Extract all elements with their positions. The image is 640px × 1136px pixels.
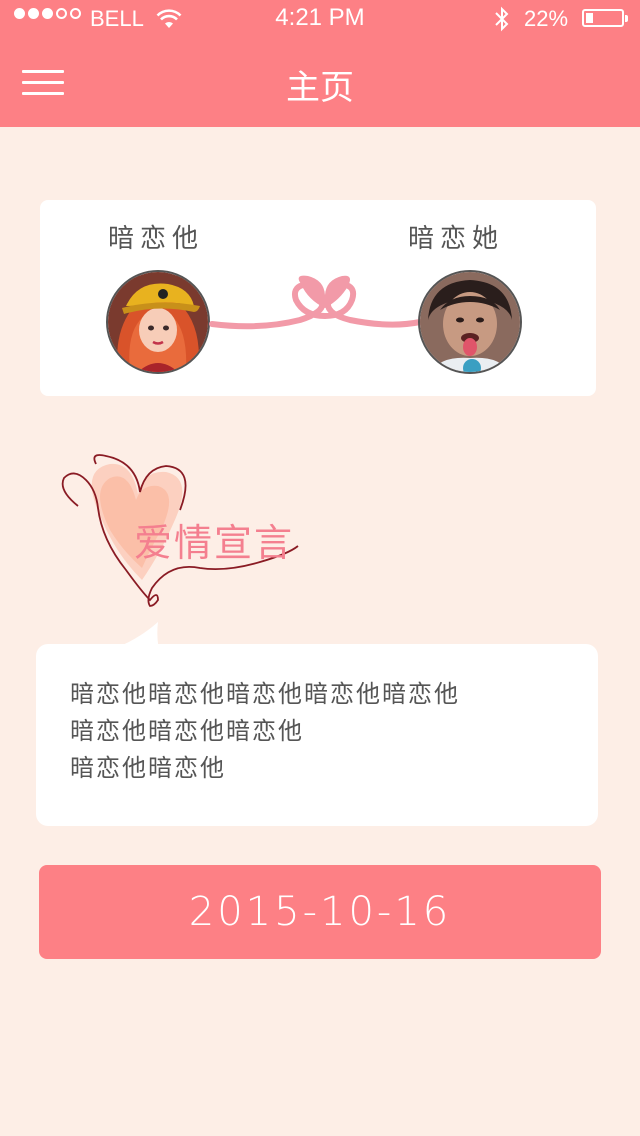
battery-fill — [586, 13, 593, 23]
battery-percentage: 22% — [524, 6, 569, 31]
declaration-title: 爱情宣言 — [134, 521, 295, 565]
header-bar: BELL 4:21 PM 22% 主页 — [0, 0, 640, 127]
declaration-line: 暗恋他暗恋他暗恋他暗恋他暗恋他 — [70, 680, 460, 708]
bluetooth-icon — [495, 6, 509, 32]
her-label: 暗恋她 — [408, 224, 505, 254]
heart-rope-decoration — [209, 275, 423, 330]
declaration-line: 暗恋他暗恋他暗恋他 — [70, 717, 304, 745]
battery-icon — [582, 9, 628, 27]
declaration-message-card: 暗恋他暗恋他暗恋他暗恋他暗恋他 暗恋他暗恋他暗恋他 暗恋他暗恋他 — [36, 644, 598, 826]
page-title: 主页 — [286, 68, 354, 108]
date-button[interactable]: 2015-10-16 — [39, 865, 601, 959]
her-avatar[interactable] — [418, 270, 522, 374]
cartoon-girl-avatar-image — [108, 272, 208, 372]
him-avatar[interactable] — [106, 270, 210, 374]
boy-face-avatar-image — [420, 272, 520, 372]
declaration-message: 暗恋他暗恋他暗恋他暗恋他暗恋他 暗恋他暗恋他暗恋他 暗恋他暗恋他 — [70, 676, 570, 787]
him-label: 暗恋他 — [108, 224, 205, 254]
status-bar: BELL 4:21 PM 22% — [0, 0, 640, 40]
couple-card: 暗恋他 暗恋她 — [40, 200, 596, 396]
declaration-line: 暗恋他暗恋他 — [70, 754, 226, 782]
